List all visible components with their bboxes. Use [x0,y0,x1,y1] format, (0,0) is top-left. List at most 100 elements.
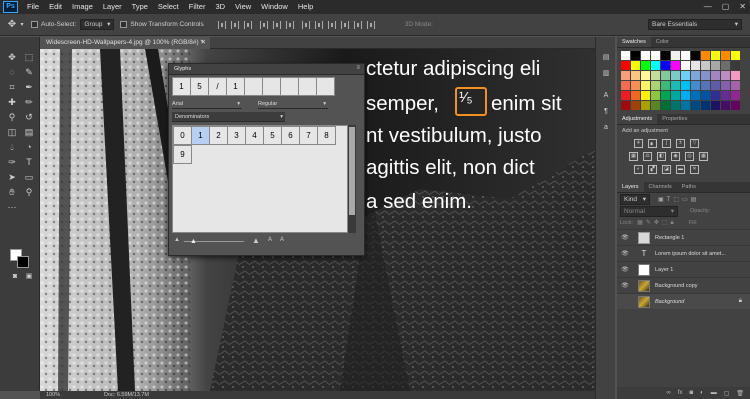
color-swatch[interactable] [671,91,680,100]
menu-filter[interactable]: Filter [184,0,211,14]
gradient-map-icon[interactable]: ▬ [676,165,685,174]
color-swatch[interactable] [721,71,730,80]
link-icon[interactable]: ∞ [667,390,671,396]
recent-glyph[interactable]: 5 [190,77,209,96]
photo-filter-icon[interactable]: ◉ [671,152,680,161]
auto-select-checkbox[interactable] [31,21,38,28]
color-swatch[interactable] [701,81,710,90]
recent-glyph[interactable] [280,77,299,96]
tab-swatches[interactable]: Swatches [617,37,651,47]
color-swatch[interactable] [721,61,730,70]
color-swatch[interactable] [671,51,680,60]
distribute-top-icon[interactable] [301,20,310,29]
reduce-font-icon[interactable]: A [268,237,272,243]
move-tool-icon[interactable]: ✥ [6,19,18,31]
blend-mode-dropdown[interactable]: Normal ▾ [620,205,678,217]
color-swatch[interactable] [711,101,720,110]
color-swatch[interactable] [731,91,740,100]
eye-icon[interactable]: 👁︎ [620,266,630,273]
color-swatch[interactable] [721,51,730,60]
distribute-vcenter-icon[interactable] [314,20,323,29]
color-swatch[interactable] [681,81,690,90]
auto-select-target-dropdown[interactable]: Group ▾ [80,19,115,30]
quick-select-tool-icon[interactable]: ✎ [22,66,36,79]
color-swatch[interactable] [691,71,700,80]
glyph-scrollbar[interactable] [348,125,356,233]
color-swatch[interactable] [681,71,690,80]
minimize-icon[interactable]: — [704,0,712,14]
color-swatch[interactable] [671,61,680,70]
new-layer-icon[interactable]: ▢ [724,390,730,397]
move-tool-icon[interactable]: ✥ [5,51,19,64]
color-swatch[interactable] [711,81,720,90]
zoom-tool-icon[interactable]: ⚲ [22,186,36,199]
levels-icon[interactable]: ▖ [648,139,657,148]
scrollbar-thumb[interactable] [349,127,355,215]
zoom-level[interactable]: 100% [46,391,60,399]
menu-edit[interactable]: Edit [44,0,67,14]
glyph-cell[interactable]: 6 [281,126,300,145]
recent-glyph[interactable]: 1 [226,77,245,96]
screen-mode-icon[interactable]: ▣ [22,270,36,283]
recent-glyph[interactable] [316,77,335,96]
posterize-icon[interactable]: ▞ [648,165,657,174]
properties-icon[interactable]: ▥ [599,67,613,80]
distribute-hcenter-icon[interactable] [353,20,362,29]
color-swatch[interactable] [681,101,690,110]
menu-help[interactable]: Help [293,0,318,14]
color-swatch[interactable] [701,51,710,60]
color-swatch[interactable] [701,91,710,100]
color-swatch[interactable] [641,81,650,90]
history-icon[interactable]: ▤ [599,51,613,64]
path-select-tool-icon[interactable]: ➤ [5,171,19,184]
color-swatch[interactable] [641,51,650,60]
menu-layer[interactable]: Layer [98,0,127,14]
color-swatch[interactable] [661,61,670,70]
color-swatch[interactable] [691,81,700,90]
panel-menu-icon[interactable]: ≡ [356,65,360,71]
color-swatch[interactable] [691,61,700,70]
glyph-cell[interactable]: 0 [173,126,192,145]
clone-stamp-tool-icon[interactable]: ⚲ [5,111,19,124]
color-swatch[interactable] [641,91,650,100]
color-swatch[interactable] [641,71,650,80]
color-swatch[interactable] [621,81,630,90]
menu-view[interactable]: View [230,0,256,14]
adjustment-icon[interactable]: ◐ [700,390,704,396]
type-tool-icon[interactable]: T [22,156,36,169]
glyph-cell[interactable]: 3 [227,126,246,145]
color-swatch[interactable] [661,81,670,90]
filter-icons[interactable]: ▣T⬚▭▤ [658,196,699,203]
glyph-cell[interactable]: 5 [263,126,282,145]
bw-icon[interactable]: ◧ [657,152,666,161]
color-swatch[interactable] [661,71,670,80]
color-swatch[interactable] [651,51,660,60]
glyphs-icon[interactable]: a [599,121,613,134]
close-icon[interactable]: ✕ [201,37,206,49]
balance-icon[interactable]: ⚖ [643,152,652,161]
small-glyph-icon[interactable]: ▲ [174,237,180,243]
color-swatch[interactable] [651,61,660,70]
color-swatch[interactable] [671,101,680,110]
character-icon[interactable]: A [599,89,613,102]
align-left-icon[interactable] [259,20,268,29]
color-swatch[interactable] [701,101,710,110]
color-swatch[interactable] [681,91,690,100]
menu-window[interactable]: Window [256,0,293,14]
recent-glyph[interactable] [244,77,263,96]
crop-tool-icon[interactable]: ⌗ [5,81,19,94]
recent-glyph[interactable] [298,77,317,96]
color-swatch[interactable] [691,101,700,110]
recent-glyph[interactable]: / [208,77,227,96]
menu-select[interactable]: Select [153,0,184,14]
blur-tool-icon[interactable]: 💧︎ [5,141,19,154]
color-swatch[interactable] [711,61,720,70]
color-swatch[interactable] [701,61,710,70]
color-swatch[interactable] [681,51,690,60]
align-hcenter-icon[interactable] [272,20,281,29]
color-swatch[interactable] [711,51,720,60]
distribute-bottom-icon[interactable] [327,20,336,29]
eyedropper-tool-icon[interactable]: ✒ [22,81,36,94]
font-style-select[interactable]: Regular ▾ [258,99,328,109]
lock-icons[interactable]: ▦✎✥⬚🔒︎ [637,219,677,227]
